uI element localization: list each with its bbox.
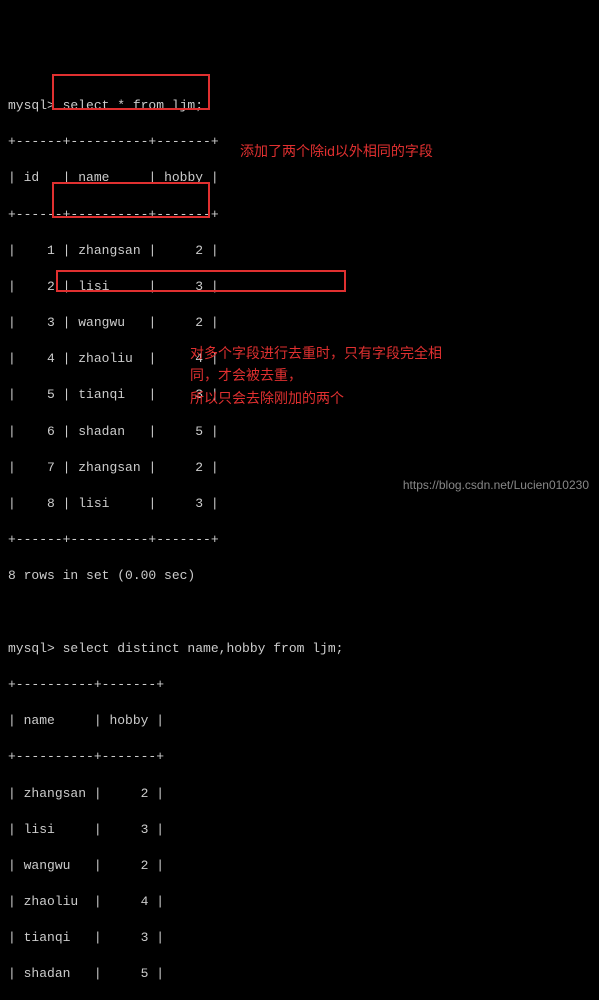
table-header-row: | id | name | hobby | bbox=[8, 169, 591, 187]
annotation-note-2: 对多个字段进行去重时，只有字段完全相 同，才会被去重， 所以只会去除刚加的两个 bbox=[190, 342, 570, 409]
table-header-row: | name | hobby | bbox=[8, 712, 591, 730]
watermark-text: https://blog.csdn.net/Lucien010230 bbox=[403, 477, 589, 494]
table-border: +------+----------+-------+ bbox=[8, 206, 591, 224]
result-summary: 8 rows in set (0.00 sec) bbox=[8, 567, 591, 585]
query-line: mysql> select distinct name,hobby from l… bbox=[8, 640, 591, 658]
annotation-note-1: 添加了两个除id以外相同的字段 bbox=[240, 140, 433, 162]
table-row: | 1 | zhangsan | 2 | bbox=[8, 242, 591, 260]
table-row: | 3 | wangwu | 2 | bbox=[8, 314, 591, 332]
table-row: | tianqi | 3 | bbox=[8, 929, 591, 947]
table-row: | 8 | lisi | 3 | bbox=[8, 495, 591, 513]
table-border: +------+----------+-------+ bbox=[8, 531, 591, 549]
table-row: | 6 | shadan | 5 | bbox=[8, 423, 591, 441]
blank-line bbox=[8, 604, 591, 622]
table-row: | shadan | 5 | bbox=[8, 965, 591, 983]
table-border: +----------+-------+ bbox=[8, 748, 591, 766]
table-row: | 7 | zhangsan | 2 | bbox=[8, 459, 591, 477]
table-row: | zhangsan | 2 | bbox=[8, 785, 591, 803]
table-row: | wangwu | 2 | bbox=[8, 857, 591, 875]
table-row: | zhaoliu | 4 | bbox=[8, 893, 591, 911]
query-line: mysql> select * from ljm; bbox=[8, 97, 591, 115]
table-row: | lisi | 3 | bbox=[8, 821, 591, 839]
table-row: | 2 | lisi | 3 | bbox=[8, 278, 591, 296]
terminal-output: mysql> select * from ljm; +------+------… bbox=[8, 79, 591, 1000]
table-border: +----------+-------+ bbox=[8, 676, 591, 694]
